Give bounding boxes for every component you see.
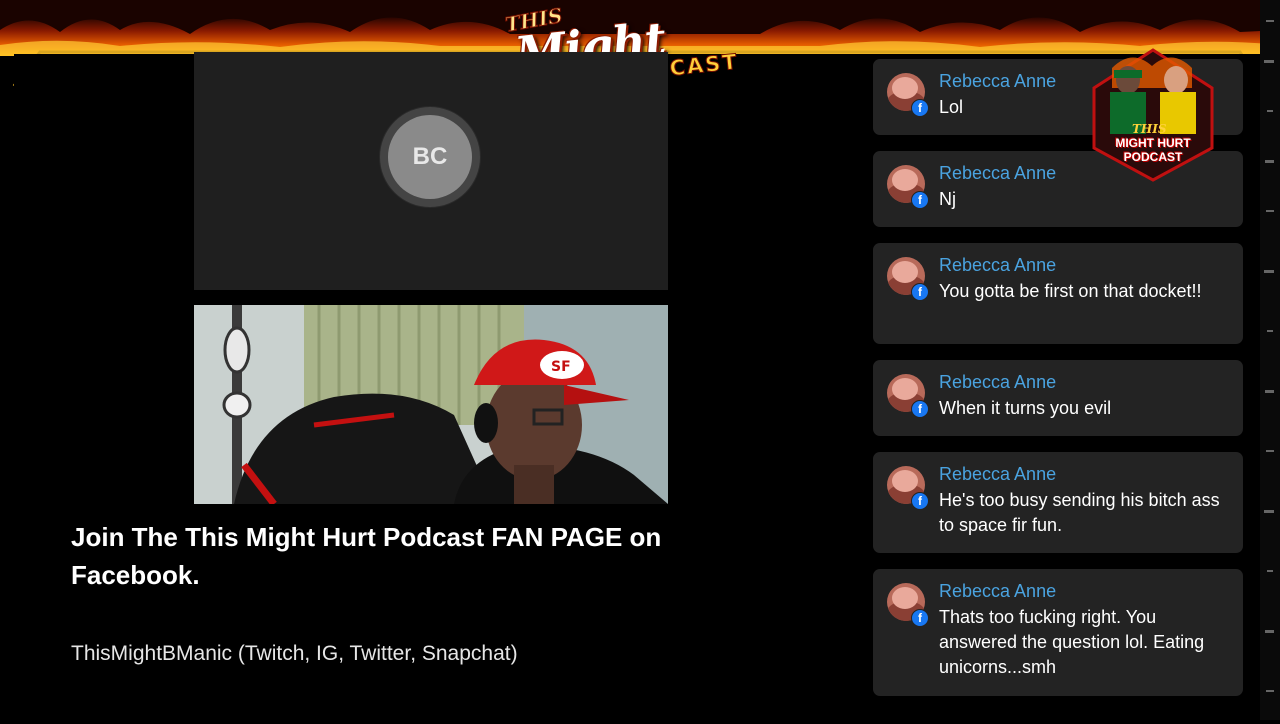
comment-text: You gotta be first on that docket!! xyxy=(939,281,1202,301)
edge-strip xyxy=(1260,0,1280,720)
chat-comment: f Rebecca Anne He's too busy sending his… xyxy=(873,452,1243,553)
commenter-name: Rebecca Anne xyxy=(939,71,1057,91)
facebook-icon: f xyxy=(911,99,929,117)
participant-avatar: BC xyxy=(380,107,480,207)
comment-text: Thats too fucking right. You answered th… xyxy=(939,607,1205,677)
facebook-icon: f xyxy=(911,191,929,209)
facebook-icon: f xyxy=(911,492,929,510)
participant-initials: BC xyxy=(388,115,472,199)
webcam-image: SF xyxy=(194,305,668,504)
chat-comment: f Rebecca Anne Thats too fucking right. … xyxy=(873,569,1243,696)
facebook-icon: f xyxy=(911,609,929,627)
badge-caption: MIGHT HURT PODCAST xyxy=(1115,136,1191,164)
facebook-icon: f xyxy=(911,400,929,418)
commenter-name: Rebecca Anne xyxy=(939,372,1057,392)
social-handles: ThisMightBManic (Twitch, IG, Twitter, Sn… xyxy=(71,642,518,665)
svg-text:SF: SF xyxy=(551,359,571,375)
fan-page-promo: Join The This Might Hurt Podcast FAN PAG… xyxy=(71,522,662,590)
badge-this-text: THIS xyxy=(1132,122,1167,136)
comment-text: Nj xyxy=(939,189,956,209)
commenter-name: Rebecca Anne xyxy=(939,581,1057,601)
commenter-name: Rebecca Anne xyxy=(939,255,1057,275)
comment-text: When it turns you evil xyxy=(939,398,1112,418)
commenter-name: Rebecca Anne xyxy=(939,163,1057,183)
participant-webcam-tile: SF xyxy=(194,305,668,504)
comment-text: He's too busy sending his bitch ass to s… xyxy=(939,490,1220,535)
facebook-icon: f xyxy=(911,283,929,301)
commenter-name: Rebecca Anne xyxy=(939,464,1057,484)
podcast-badge-logo: THIS MIGHT HURT PODCAST xyxy=(1092,48,1214,182)
chat-comment: f Rebecca Anne You gotta be first on tha… xyxy=(873,243,1243,344)
chat-comment: f Rebecca Anne When it turns you evil xyxy=(873,360,1243,436)
